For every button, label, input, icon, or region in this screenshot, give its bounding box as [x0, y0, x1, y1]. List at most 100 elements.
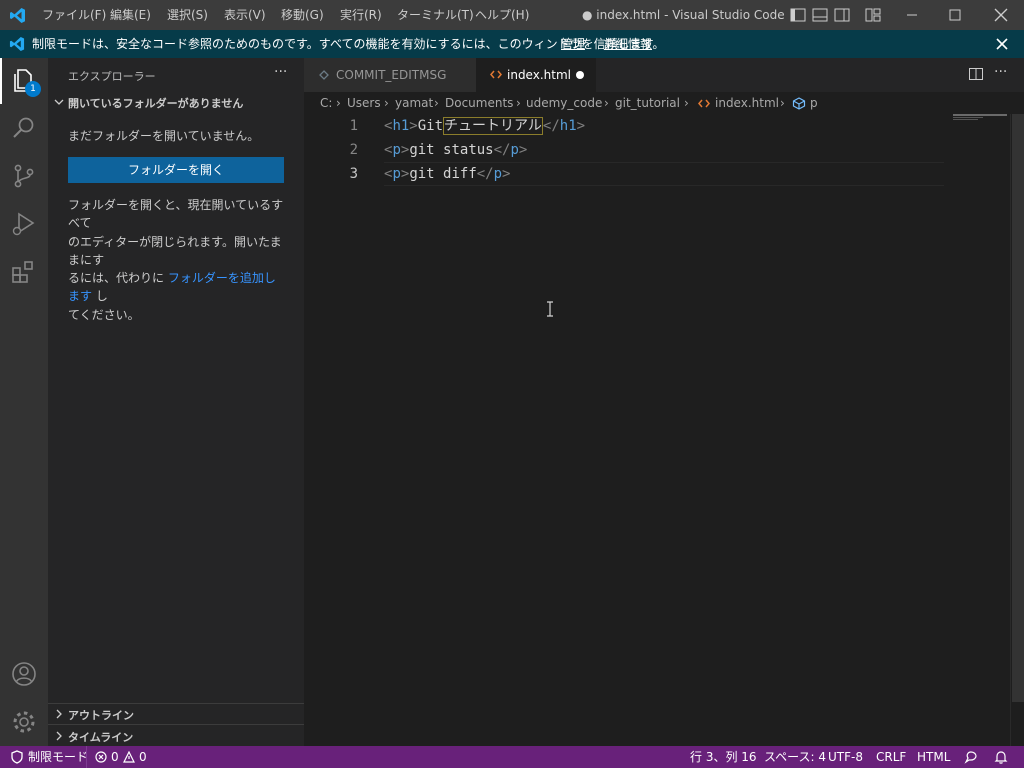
menu-file[interactable]: ファイル(F): [42, 0, 106, 30]
breadcrumb: C: › Users › yamat › Documents › udemy_c…: [304, 92, 1024, 114]
section-divider: [48, 703, 304, 704]
menu-edit[interactable]: 編集(E): [110, 0, 151, 30]
section-outline-header[interactable]: アウトライン: [68, 707, 134, 723]
banner-manage-link[interactable]: 管理: [561, 30, 585, 58]
settings-gear-icon[interactable]: [10, 708, 38, 736]
file-icon: [319, 70, 329, 80]
sidebar-more-actions-icon[interactable]: ···: [274, 64, 287, 80]
editor-more-actions-icon[interactable]: ···: [994, 64, 1007, 80]
section-timeline-header[interactable]: タイムライン: [68, 729, 133, 745]
window-title: ● index.html - Visual Studio Code: [582, 8, 785, 22]
vscode-logo-icon: [9, 36, 25, 52]
minimize-icon[interactable]: [903, 6, 921, 24]
chevron-right-icon: ›: [604, 96, 609, 110]
menu-selection[interactable]: 選択(S): [167, 0, 208, 30]
cursor-position[interactable]: 行 3、列 16: [690, 746, 757, 768]
minimap[interactable]: [953, 114, 1009, 121]
highlighted-word: チュートリアル: [443, 117, 543, 135]
indentation[interactable]: スペース: 4: [764, 746, 826, 768]
end-of-line[interactable]: CRLF: [876, 746, 906, 768]
bell-icon[interactable]: [994, 750, 1008, 764]
menu-go[interactable]: 移動(G): [281, 0, 324, 30]
source-control-icon[interactable]: [10, 162, 38, 190]
run-debug-icon[interactable]: [10, 210, 38, 238]
text-cursor-icon: [547, 301, 553, 317]
error-count[interactable]: 0: [111, 746, 119, 768]
scrollbar-thumb[interactable]: [1012, 114, 1024, 702]
warning-count[interactable]: 0: [139, 746, 147, 768]
close-banner-icon[interactable]: [996, 38, 1008, 50]
menu-run[interactable]: 実行(R): [340, 0, 382, 30]
html-file-icon: [490, 70, 502, 79]
desc-line-1: フォルダーを開くと、現在開いているすべて: [68, 198, 284, 231]
active-indicator: [0, 58, 2, 104]
restricted-mode-status[interactable]: 制限モード: [28, 746, 88, 768]
account-icon[interactable]: [10, 660, 38, 688]
tab-index-html[interactable]: index.html: [476, 58, 596, 92]
editor-tabs: COMMIT_EDITMSG index.html ···: [304, 58, 1024, 92]
search-icon[interactable]: [10, 114, 38, 142]
no-folder-message: まだフォルダーを開いていません。: [68, 129, 260, 143]
feedback-icon[interactable]: [964, 750, 979, 764]
chevron-right-icon: [56, 709, 62, 719]
banner-details-link[interactable]: 詳細情報: [604, 30, 652, 58]
close-window-icon[interactable]: [992, 6, 1010, 24]
open-folder-button[interactable]: フォルダーを開く: [68, 157, 284, 183]
desc-line-3b: し: [92, 289, 108, 304]
menu-terminal[interactable]: ターミナル(T): [397, 0, 474, 30]
chevron-right-icon: ›: [384, 96, 389, 110]
breadcrumb-item[interactable]: yamat: [395, 92, 433, 114]
chevron-right-icon: ›: [780, 96, 785, 110]
split-editor-icon[interactable]: [968, 66, 984, 82]
breadcrumb-item[interactable]: Users: [347, 92, 381, 114]
breadcrumb-item[interactable]: C:: [320, 92, 332, 114]
breadcrumb-item[interactable]: p: [810, 92, 818, 114]
code-line-3: <p>git diff</p>: [384, 166, 511, 182]
open-folder-description: フォルダーを開くと、現在開いているすべて のエディターが閉じられます。開いたまま…: [68, 196, 286, 324]
customize-layout-icon[interactable]: [864, 6, 882, 24]
shield-icon: [11, 750, 23, 764]
breadcrumb-item[interactable]: index.html: [715, 92, 779, 114]
tab-label: index.html: [507, 68, 571, 82]
desc-line-3a: るには、代わりに: [68, 271, 168, 286]
breadcrumb-item[interactable]: git_tutorial: [615, 92, 680, 114]
toggle-panel-icon[interactable]: [811, 6, 829, 24]
vscode-logo-icon: [10, 8, 25, 23]
line-number: 3: [349, 166, 358, 182]
section-no-folder-header[interactable]: 開いているフォルダーがありません: [68, 95, 243, 111]
restricted-mode-banner: 制限モードは、安全なコード参照のためのものです。すべての機能を有効にするには、こ…: [0, 30, 1024, 58]
error-icon: [95, 751, 107, 763]
warning-icon: [123, 751, 135, 763]
activity-bar: 1: [0, 58, 48, 746]
language-mode[interactable]: HTML: [917, 746, 950, 768]
line-number: 2: [349, 142, 358, 158]
vertical-scrollbar[interactable]: [1010, 114, 1024, 746]
chevron-right-icon: ›: [684, 96, 689, 110]
code-editor[interactable]: 1 2 3 <h1>Gitチュートリアル</h1> <p>git status<…: [304, 114, 1024, 746]
status-bar: 制限モード 0 0 行 3、列 16 スペース: 4 UTF-8 CRLF HT…: [0, 746, 1024, 768]
toggle-secondary-sidebar-icon[interactable]: [833, 6, 851, 24]
unsaved-dot-icon[interactable]: [576, 71, 584, 79]
code-line-2: <p>git status</p>: [384, 142, 528, 158]
desc-line-3: るには、代わりに フォルダーを追加します し: [68, 269, 286, 306]
maximize-icon[interactable]: [946, 6, 964, 24]
menu-help[interactable]: ヘルプ(H): [475, 0, 529, 30]
explorer-sidebar: エクスプローラー ··· 開いているフォルダーがありません まだフォルダーを開い…: [48, 58, 304, 746]
title-bar: ファイル(F) 編集(E) 選択(S) 表示(V) 移動(G) 実行(R) ター…: [0, 0, 1024, 30]
breadcrumb-item[interactable]: Documents: [445, 92, 513, 114]
tab-commit-editmsg[interactable]: COMMIT_EDITMSG: [304, 58, 476, 92]
section-divider: [48, 724, 304, 725]
sidebar-title: エクスプローラー: [68, 70, 156, 83]
desc-line-4: てください。: [68, 307, 140, 322]
menu-view[interactable]: 表示(V): [224, 0, 266, 30]
line-number: 1: [349, 118, 358, 134]
breadcrumb-item[interactable]: udemy_code: [526, 92, 602, 114]
code-line-1: <h1>Gitチュートリアル</h1>: [384, 117, 586, 135]
toggle-primary-sidebar-icon[interactable]: [789, 6, 807, 24]
chevron-down-icon: [54, 99, 64, 105]
chevron-right-icon: ›: [434, 96, 439, 110]
encoding[interactable]: UTF-8: [828, 746, 863, 768]
extensions-icon[interactable]: [10, 258, 38, 286]
chevron-right-icon: [56, 731, 62, 741]
symbol-element-icon: [792, 97, 806, 110]
